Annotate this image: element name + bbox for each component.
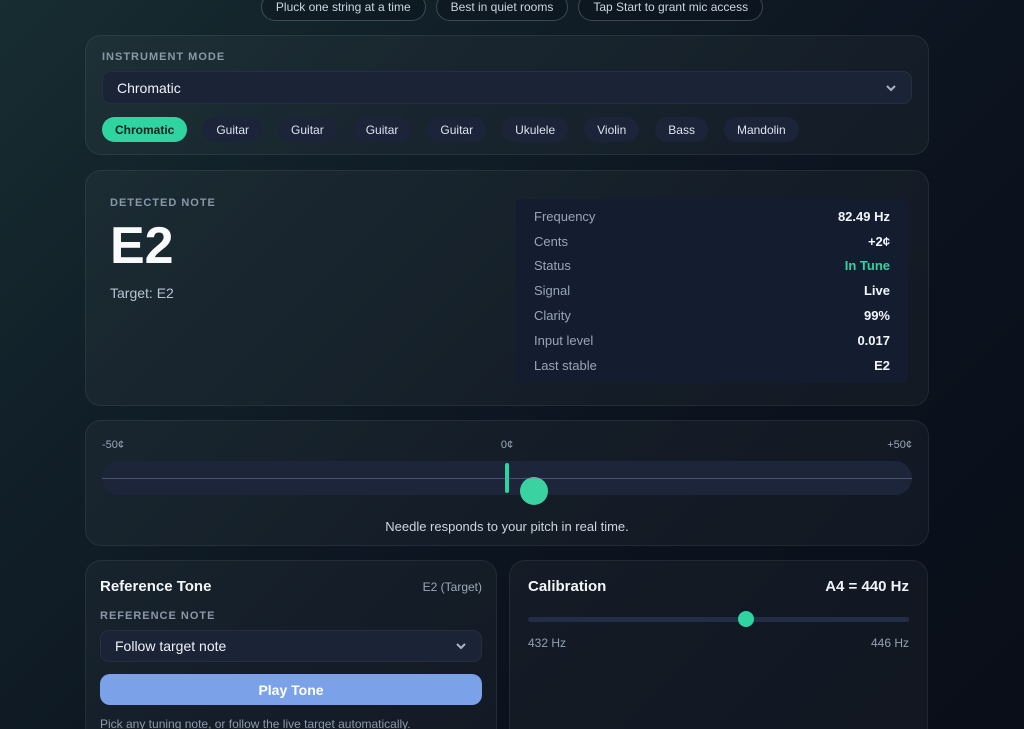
pill-ukulele[interactable]: Ukulele [502,117,568,142]
pill-guitar-2[interactable]: Guitar [278,117,337,142]
reference-note-label: REFERENCE NOTE [100,610,482,622]
detected-note-label: DETECTED NOTE [110,197,216,209]
pill-guitar-4[interactable]: Guitar [427,117,486,142]
reference-tone-header: Reference Tone E2 (Target) [100,578,482,595]
detected-note-card: DETECTED NOTE E2 Target: E2 Frequency 82… [85,170,929,406]
calibration-slider-thumb[interactable] [738,611,754,627]
instrument-mode-label: INSTRUMENT MODE [102,51,912,63]
reference-tone-title: Reference Tone [100,578,211,595]
meter-center-label: 0¢ [501,439,513,451]
reference-tone-card: Reference Tone E2 (Target) REFERENCE NOT… [85,560,497,729]
meter-needle-dot [520,477,548,505]
tuning-meter-card: -50¢ 0¢ +50¢ Needle responds to your pit… [85,420,929,546]
hint-badges: Pluck one string at a time Best in quiet… [0,0,1024,21]
instrument-mode-selected-value: Chromatic [117,80,181,96]
hint-badge: Best in quiet rooms [436,0,569,21]
reference-note-select[interactable]: Follow target note [100,630,482,662]
pill-guitar-3[interactable]: Guitar [353,117,412,142]
calibration-slider-track[interactable] [528,617,909,622]
chevron-down-icon [455,640,467,652]
pill-mandolin[interactable]: Mandolin [724,117,799,142]
meter-track [102,461,912,495]
meter-center-tick [505,463,509,493]
hint-badge: Pluck one string at a time [261,0,426,21]
calibration-min-label: 432 Hz [528,636,566,650]
pill-violin[interactable]: Violin [584,117,639,142]
stat-row-frequency: Frequency 82.49 Hz [534,204,890,229]
detected-note-value: E2 [110,220,216,272]
calibration-header: Calibration A4 = 440 Hz [528,578,909,595]
instrument-mode-select[interactable]: Chromatic [102,71,912,104]
calibration-range-labels: 432 Hz 446 Hz [528,636,909,650]
calibration-slider[interactable] [528,611,909,627]
calibration-value: A4 = 440 Hz [825,578,909,595]
stat-row-status: Status In Tune [534,254,890,279]
target-note-text: Target: E2 [110,285,216,301]
reference-note-selected-value: Follow target note [115,638,226,654]
meter-caption: Needle responds to your pitch in real ti… [102,519,912,534]
stat-row-signal: Signal Live [534,278,890,303]
calibration-max-label: 446 Hz [871,636,909,650]
instrument-mode-card: INSTRUMENT MODE Chromatic Chromatic Guit… [85,35,929,155]
meter-max-label: +50¢ [887,439,912,451]
reference-caption: Pick any tuning note, or follow the live… [100,717,482,729]
detected-note-left: DETECTED NOTE E2 Target: E2 [110,197,216,405]
pill-bass[interactable]: Bass [655,117,708,142]
calibration-card: Calibration A4 = 440 Hz 432 Hz 446 Hz [509,560,928,729]
pill-guitar-1[interactable]: Guitar [203,117,262,142]
stat-row-clarity: Clarity 99% [534,303,890,328]
meter-min-label: -50¢ [102,439,124,451]
play-tone-button[interactable]: Play Tone [100,674,482,705]
instrument-pill-row: Chromatic Guitar Guitar Guitar Guitar Uk… [102,117,912,142]
stat-row-cents: Cents +2¢ [534,229,890,254]
chevron-down-icon [885,82,897,94]
stats-panel: Frequency 82.49 Hz Cents +2¢ Status In T… [516,199,908,383]
status-badge: In Tune [845,258,890,273]
meter-scale: -50¢ 0¢ +50¢ [102,439,912,451]
calibration-title: Calibration [528,578,606,595]
stat-row-last-stable: Last stable E2 [534,353,890,378]
pill-chromatic[interactable]: Chromatic [102,117,187,142]
hint-badge: Tap Start to grant mic access [578,0,763,21]
stat-row-input-level: Input level 0.017 [534,328,890,353]
reference-target-text: E2 (Target) [423,580,482,594]
